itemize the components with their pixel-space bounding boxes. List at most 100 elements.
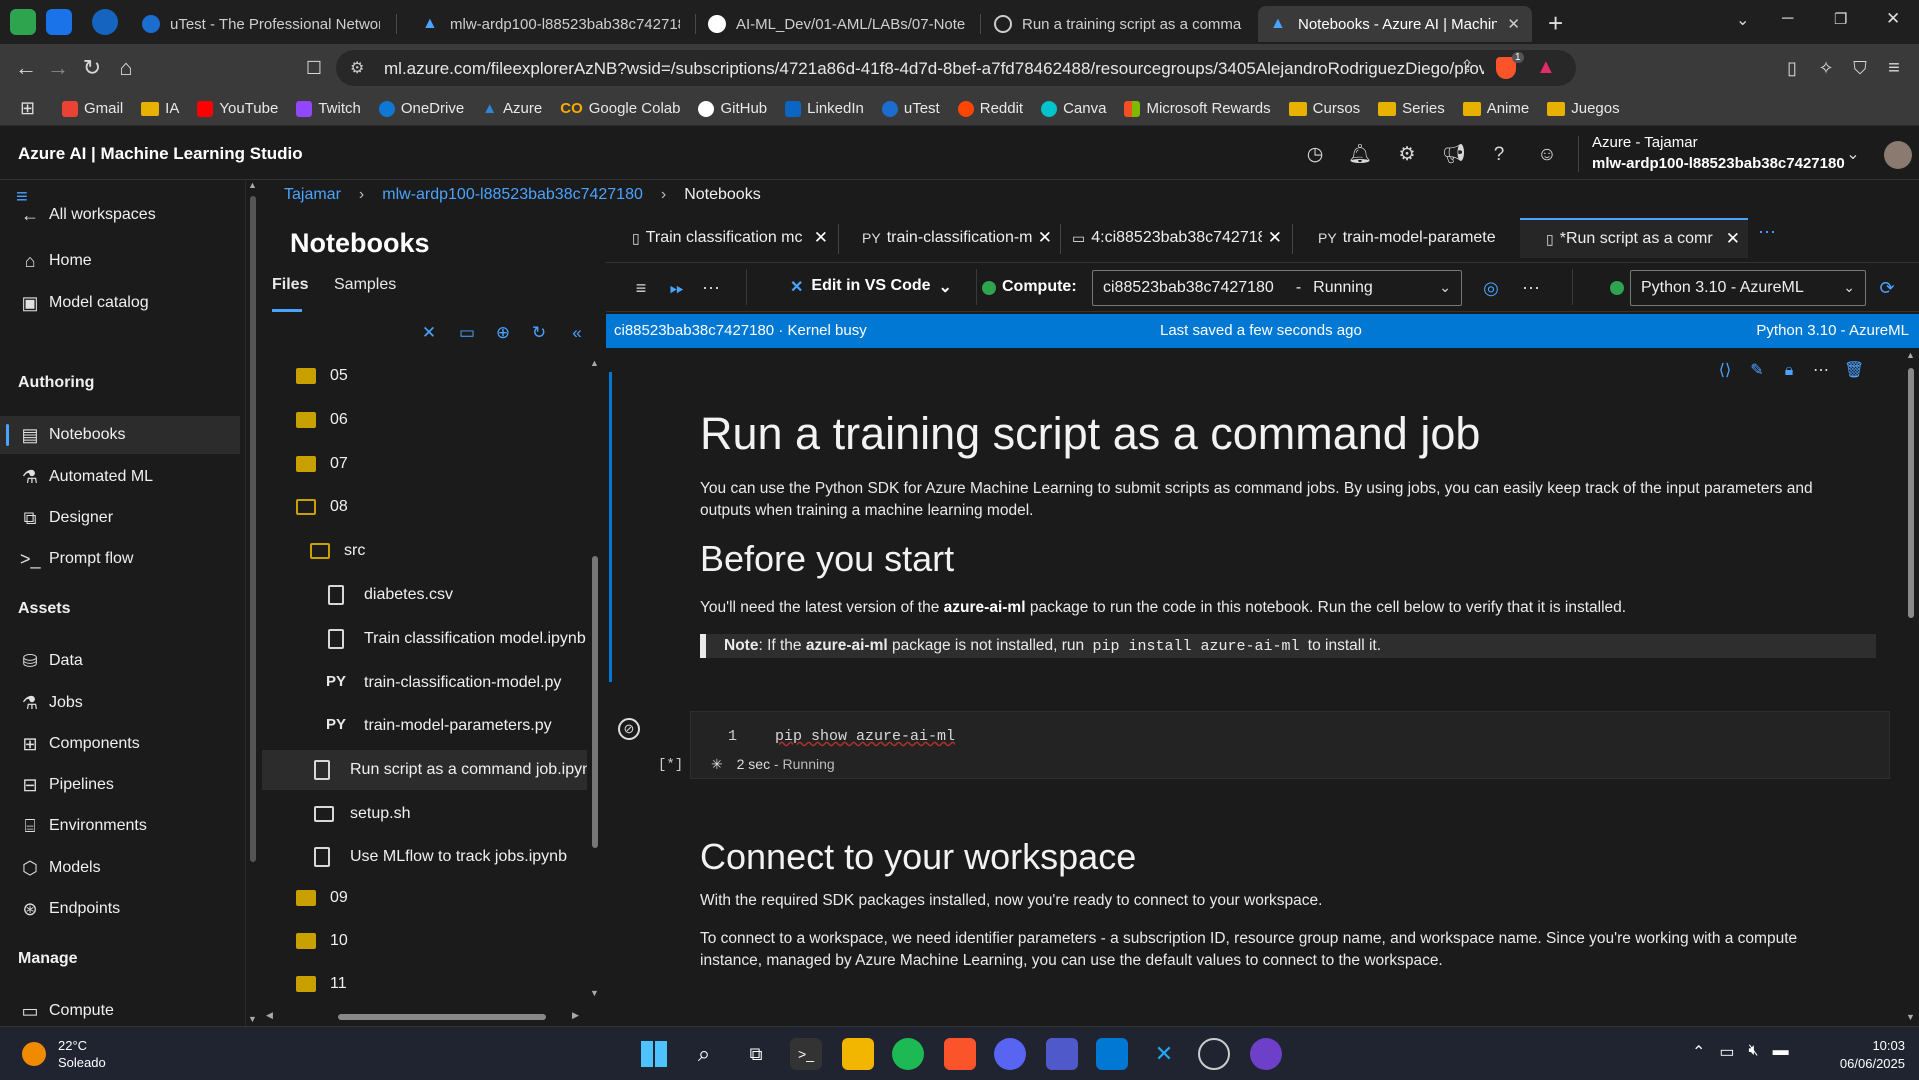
code-view-icon[interactable]: ⟨⟩ xyxy=(1716,362,1734,380)
nav-notebooks[interactable]: ▤ Notebooks xyxy=(0,416,240,454)
search-icon[interactable]: ⌕ xyxy=(688,1038,720,1070)
tree-file-use-mlflow[interactable]: Use MLflow to track jobs.ipynb xyxy=(262,837,587,877)
bookmark-ia[interactable]: IA xyxy=(141,100,179,117)
nav-pipelines[interactable]: ⊟ Pipelines xyxy=(0,766,240,804)
tree-folder-07[interactable]: 07 xyxy=(262,444,587,484)
bookmark-twitch[interactable]: Twitch xyxy=(296,100,361,117)
nav-model-catalog[interactable]: ▣ Model catalog xyxy=(0,284,240,322)
stop-cell-icon[interactable]: ⊘ xyxy=(618,718,640,740)
discord-icon[interactable] xyxy=(994,1038,1026,1070)
explorer-hscrollbar-thumb[interactable] xyxy=(338,1014,546,1020)
kernel-select[interactable]: Python 3.10 - AzureML ⌄ xyxy=(1630,270,1866,306)
avatar[interactable] xyxy=(1884,141,1912,169)
outlook-icon[interactable] xyxy=(1096,1038,1128,1070)
edit-in-vscode-button[interactable]: ✕ Edit in VS Code ⌄ xyxy=(790,277,952,297)
notebook-scroll-up-icon[interactable]: ▲ xyxy=(1906,350,1915,360)
bookmark-ms-rewards[interactable]: Microsoft Rewards xyxy=(1124,100,1271,117)
tree-folder-09[interactable]: 09 xyxy=(262,878,587,918)
vpn-icon[interactable]: ⛉ xyxy=(1848,56,1872,80)
history-clock-icon[interactable]: ◷ xyxy=(1304,144,1326,166)
browser-tab-workspace[interactable]: ▲ mlw-ardp100-l88523bab38c7427180 xyxy=(410,6,692,42)
close-tab-icon[interactable]: ✕ xyxy=(1507,15,1520,33)
menu-icon[interactable]: ≡ xyxy=(630,277,652,299)
browser-tab-utest[interactable]: uTest - The Professional Network for xyxy=(130,6,392,42)
terminal-icon[interactable]: ▭ xyxy=(456,322,478,344)
minimize-window-icon[interactable]: ─ xyxy=(1782,10,1793,28)
tab-samples[interactable]: Samples xyxy=(334,276,396,294)
display-icon[interactable]: ▭ xyxy=(1719,1042,1734,1062)
close-window-icon[interactable]: ✕ xyxy=(1886,9,1900,29)
settings-gear-icon[interactable]: ⚙ xyxy=(1396,144,1418,166)
close-icon[interactable]: ✕ xyxy=(1268,228,1282,248)
help-icon[interactable]: ? xyxy=(1488,144,1510,166)
bookmark-icon[interactable]: ☐ xyxy=(302,56,326,80)
tree-folder-10[interactable]: 10 xyxy=(262,921,587,961)
bookmark-anime[interactable]: Anime xyxy=(1462,100,1529,117)
nav-jobs[interactable]: ⚗ Jobs xyxy=(0,684,240,722)
code-cell[interactable]: 1 pip show azure-ai-ml ✳ 2 sec - Running xyxy=(690,711,1890,779)
weather-widget[interactable]: 22°C Soleado xyxy=(22,1037,106,1071)
bookmark-azure[interactable]: ▲ Azure xyxy=(482,100,542,117)
breadcrumb-workspace[interactable]: mlw-ardp100-l88523bab38c7427180 xyxy=(382,186,643,204)
tree-folder-08[interactable]: 08 xyxy=(262,487,587,527)
tree-file-diabetes[interactable]: diabetes.csv xyxy=(262,575,587,615)
apps-grid-icon[interactable]: ⊞ xyxy=(20,98,35,119)
new-tab-button[interactable]: + xyxy=(1548,8,1563,39)
breadcrumb-tajamar[interactable]: Tajamar xyxy=(284,186,341,204)
bookmark-onedrive[interactable]: OneDrive xyxy=(378,100,464,117)
spotify-icon[interactable] xyxy=(892,1038,924,1070)
start-windows-icon[interactable] xyxy=(638,1038,670,1070)
nav-home[interactable]: ⌂ Home xyxy=(0,242,240,280)
leo-ai-icon[interactable]: ✧ xyxy=(1814,56,1838,80)
nav-designer[interactable]: ⧉ Designer xyxy=(0,499,240,537)
nav-compute[interactable]: ▭ Compute xyxy=(0,992,240,1030)
menu-icon[interactable]: ≡ xyxy=(1882,56,1906,80)
browser-tab-notebooks[interactable]: ▲ Notebooks - Azure AI | Machine ✕ xyxy=(1258,6,1532,42)
bookmark-youtube[interactable]: YouTube xyxy=(197,100,278,117)
add-file-icon[interactable]: ⊕ xyxy=(492,322,514,344)
compute-select[interactable]: ci88523bab38c7427180 - Running ⌄ xyxy=(1092,270,1462,306)
task-view-icon[interactable]: ⧉ xyxy=(740,1038,772,1070)
notebook-scroll-down-icon[interactable]: ▼ xyxy=(1906,1012,1915,1022)
battery-icon[interactable]: ▬ xyxy=(1773,1042,1789,1062)
browser-tab-training-script[interactable]: Run a training script as a command jo xyxy=(982,6,1254,42)
explorer-scrollbar-thumb[interactable] xyxy=(592,556,598,848)
share-icon[interactable]: ⇪ xyxy=(1460,57,1474,77)
clock[interactable]: 10:03 06/06/2025 xyxy=(1830,1037,1905,1073)
home-icon[interactable]: ⌂ xyxy=(114,56,138,80)
vscode-app-icon[interactable]: ✕ xyxy=(1148,1038,1180,1070)
notifications-bell-icon[interactable]: 🔔︎ xyxy=(1348,144,1372,166)
tree-folder-src[interactable]: src xyxy=(262,531,587,571)
feedback-smiley-icon[interactable]: ☺ xyxy=(1536,144,1558,166)
stop-kernel-icon[interactable]: ◎ xyxy=(1480,277,1502,299)
tree-folder-05[interactable]: 05 xyxy=(262,356,587,396)
app-icon-green[interactable] xyxy=(10,9,36,35)
browser-app-icon[interactable] xyxy=(92,9,118,35)
directory-switcher[interactable]: Azure - Tajamar mlw-ardp100-l88523bab38c… xyxy=(1592,134,1845,172)
nav-all-workspaces[interactable]: ← All workspaces xyxy=(0,196,240,234)
chevron-up-icon[interactable]: ⌃ xyxy=(1692,1042,1705,1062)
nav-scrollbar-thumb[interactable] xyxy=(250,196,256,862)
editor-tab-train-classification[interactable]: ▯ Train classification mc ✕ xyxy=(632,218,828,258)
nav-environments[interactable]: ⌸ Environments xyxy=(0,807,240,845)
tab-search-chevron-icon[interactable]: ⌄ xyxy=(1736,10,1749,30)
github-desktop-icon[interactable] xyxy=(1198,1038,1230,1070)
sidebar-toggle-icon[interactable]: ▯ xyxy=(1780,56,1804,80)
url-text[interactable]: ml.azure.com/fileexplorerAzNB?wsid=/subs… xyxy=(384,59,1484,79)
bookmark-utest[interactable]: uTest xyxy=(881,100,940,117)
run-all-icon[interactable]: ⏩︎ xyxy=(666,277,688,299)
bookmark-github[interactable]: GitHub xyxy=(698,100,767,117)
forward-icon[interactable]: → xyxy=(46,56,70,80)
brave-browser-icon[interactable] xyxy=(944,1038,976,1070)
editor-tab-train-classification-py[interactable]: PY train-classification-m ✕ xyxy=(862,218,1052,258)
tree-file-train-classification-py[interactable]: PY train-classification-model.py xyxy=(262,663,587,703)
tree-file-train-classification-ipynb[interactable]: Train classification model.ipynb xyxy=(262,619,587,659)
code-line[interactable]: pip show azure-ai-ml xyxy=(775,728,955,745)
vscode-icon[interactable]: ✕ xyxy=(418,322,440,344)
tree-folder-11[interactable]: 11 xyxy=(262,964,587,1004)
file-explorer-icon[interactable] xyxy=(842,1038,874,1070)
tree-file-run-script-command-job[interactable]: Run script as a command job.ipynb xyxy=(262,750,587,790)
bookmark-colab[interactable]: CO Google Colab xyxy=(560,100,680,117)
bookmark-reddit[interactable]: Reddit xyxy=(957,100,1023,117)
volume-muted-icon[interactable]: 🔇︎ xyxy=(1749,1042,1759,1062)
